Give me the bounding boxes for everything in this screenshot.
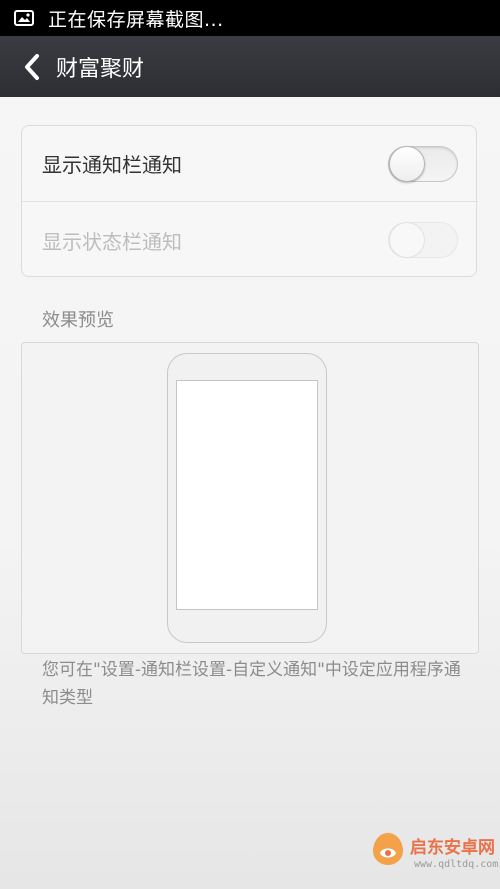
hint-text: 您可在"设置-通知栏设置-自定义通知"中设定应用程序通知类型 xyxy=(42,660,461,708)
watermark: 启东安卓网 www.qdltdq.com xyxy=(360,819,500,889)
phone-screen xyxy=(176,380,318,610)
notification-bar-toggle[interactable] xyxy=(388,145,458,182)
setting-label: 显示通知栏通知 xyxy=(42,153,182,177)
setting-row-status-bar: 显示状态栏通知 xyxy=(22,202,478,278)
toggle-knob xyxy=(389,145,425,182)
watermark-brand: 启东安卓网 xyxy=(410,838,495,858)
status-bar: 正在保存屏幕截图... xyxy=(0,0,500,36)
toggle-knob xyxy=(389,222,425,258)
chevron-left-icon[interactable] xyxy=(12,36,52,97)
setting-row-notification-bar[interactable]: 显示通知栏通知 xyxy=(22,126,478,202)
watermark-url: www.qdltdq.com xyxy=(414,859,499,870)
preview-title: 效果预览 xyxy=(42,310,114,331)
preview-box xyxy=(21,342,479,654)
image-icon xyxy=(14,10,34,26)
watermark-logo-icon xyxy=(368,829,408,869)
title-bar: 财富聚财 xyxy=(0,36,500,97)
page-title: 财富聚财 xyxy=(56,56,145,82)
status-text: 正在保存屏幕截图... xyxy=(48,8,224,31)
status-bar-toggle xyxy=(388,222,458,258)
phone-frame xyxy=(167,353,327,643)
setting-label: 显示状态栏通知 xyxy=(42,229,182,254)
settings-card: 显示通知栏通知 显示状态栏通知 xyxy=(21,125,478,278)
